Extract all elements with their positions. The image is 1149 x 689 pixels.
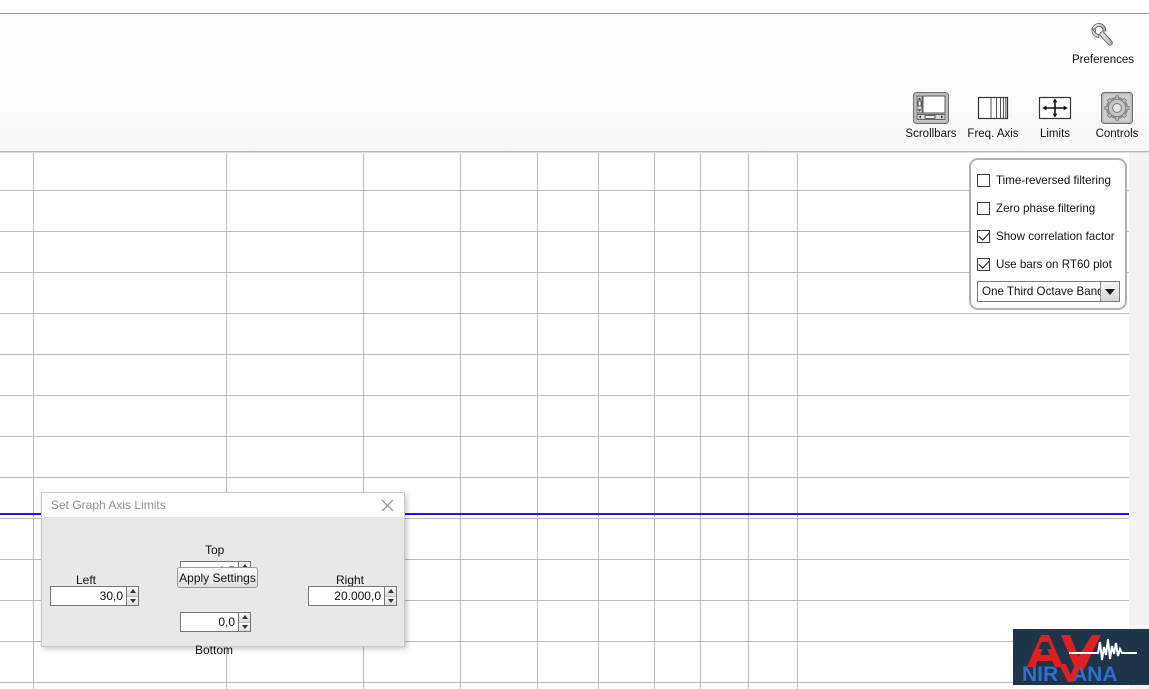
- controls-button[interactable]: Controls: [1091, 91, 1143, 140]
- bottom-limit-increment[interactable]: [239, 613, 250, 622]
- grid-hline: [0, 190, 1129, 191]
- left-limit-decrement[interactable]: [127, 595, 138, 605]
- gear-icon: [1101, 92, 1133, 124]
- frequency-axis-label: Freq. Axis: [967, 128, 1019, 140]
- checkbox-label: Show correlation factor: [996, 229, 1115, 243]
- grid-hline: [0, 477, 1129, 478]
- grid-vline: [797, 153, 798, 689]
- svg-text:NIR: NIR: [1022, 663, 1058, 685]
- chevron-down-icon[interactable]: [1100, 282, 1119, 301]
- close-icon[interactable]: [376, 495, 398, 515]
- preferences-button[interactable]: Preferences: [1065, 18, 1141, 66]
- grid-hline: [0, 395, 1129, 396]
- right-label: Right: [336, 573, 365, 587]
- grid-vline: [598, 153, 599, 689]
- right-limit-decrement[interactable]: [385, 595, 396, 605]
- toolbar-panel: Preferences Scrollbars Freq. Axis Limits…: [0, 15, 1149, 154]
- octave-bands-dropdown[interactable]: One Third Octave Bands: [977, 281, 1120, 302]
- bottom-limit-decrement[interactable]: [239, 621, 250, 631]
- wrench-icon: [1090, 23, 1113, 46]
- avnirvana-logo: NIR ANA: [1013, 629, 1149, 685]
- grid-hline: [0, 682, 1129, 683]
- checkbox-use-bars-on-rt60-plot[interactable]: Use bars on RT60 plot: [977, 250, 1120, 278]
- preferences-label: Preferences: [1071, 54, 1134, 66]
- controls-label: Controls: [1095, 128, 1139, 140]
- scrollbars-button[interactable]: Scrollbars: [905, 91, 957, 140]
- right-limit-input[interactable]: [308, 586, 384, 606]
- grid-vline: [33, 153, 34, 689]
- octave-bands-value: One Third Octave Bands: [982, 285, 1100, 298]
- dialog-title: Set Graph Axis Limits: [51, 498, 166, 512]
- left-label: Left: [76, 573, 97, 587]
- controls-popup-panel: Time-reversed filtering Zero phase filte…: [969, 158, 1127, 310]
- frequency-axis-icon: [977, 96, 1009, 120]
- limits-button[interactable]: Limits: [1029, 91, 1081, 140]
- bottom-limit-input[interactable]: [180, 612, 238, 632]
- limits-arrows-icon: [1038, 96, 1072, 120]
- checkbox-zero-phase-filtering[interactable]: Zero phase filtering: [977, 194, 1120, 222]
- bottom-limit-stepper[interactable]: [180, 612, 251, 632]
- toolbar-icon-row: Scrollbars Freq. Axis Limits Controls: [905, 91, 1143, 140]
- left-limit-input[interactable]: [50, 586, 126, 606]
- grid-hline: [0, 231, 1129, 232]
- limits-label: Limits: [1039, 128, 1071, 140]
- scrollbars-icon: [913, 92, 949, 124]
- checkbox-box[interactable]: [977, 173, 990, 187]
- checkbox-label: Zero phase filtering: [996, 201, 1096, 215]
- logo-graphic: NIR ANA: [1013, 629, 1149, 685]
- bottom-label: Bottom: [195, 643, 234, 657]
- checkbox-time-reversed-filtering[interactable]: Time-reversed filtering: [977, 166, 1120, 194]
- checkbox-label: Use bars on RT60 plot: [996, 257, 1112, 271]
- top-label: Top: [205, 543, 225, 557]
- grid-hline: [0, 354, 1129, 355]
- grid-hline: [0, 272, 1129, 273]
- frequency-axis-button[interactable]: Freq. Axis: [967, 91, 1019, 140]
- right-limit-increment[interactable]: [385, 587, 396, 596]
- left-limit-stepper[interactable]: [50, 586, 139, 606]
- checkbox-box[interactable]: [977, 201, 990, 215]
- left-limit-increment[interactable]: [127, 587, 138, 596]
- checkbox-show-correlation-factor[interactable]: Show correlation factor: [977, 222, 1120, 250]
- grid-vline: [700, 153, 701, 689]
- checkbox-box[interactable]: [977, 257, 990, 271]
- grid-vline: [460, 153, 461, 689]
- apply-settings-button[interactable]: Apply Settings: [177, 567, 258, 588]
- right-limit-stepper[interactable]: [308, 586, 397, 606]
- checkbox-label: Time-reversed filtering: [996, 173, 1111, 187]
- grid-vline: [748, 153, 749, 689]
- window-top-strip: [0, 0, 1149, 14]
- grid-vline: [537, 153, 538, 689]
- scrollbars-label: Scrollbars: [905, 128, 957, 140]
- grid-hline: [0, 313, 1129, 314]
- grid-vline: [654, 153, 655, 689]
- dialog-title-bar[interactable]: Set Graph Axis Limits: [42, 493, 404, 518]
- grid-hline: [0, 436, 1129, 437]
- checkbox-box[interactable]: [977, 229, 990, 243]
